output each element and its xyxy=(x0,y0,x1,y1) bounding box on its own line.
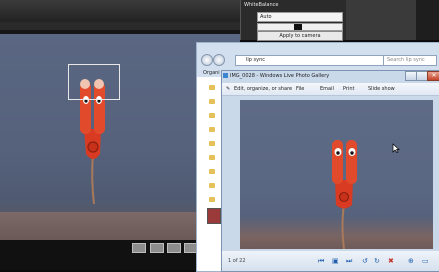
slideshow-icon[interactable]: ▣ xyxy=(332,257,339,265)
folder-icon[interactable] xyxy=(209,155,215,160)
rotate-right-icon[interactable]: ↻ xyxy=(374,257,380,265)
actual-size-icon[interactable]: ▭ xyxy=(422,257,429,265)
focus-frame[interactable] xyxy=(68,64,120,100)
gallery-toolbar: ✎ Edit, organize, or share File Email Pr… xyxy=(222,83,439,96)
file-menu[interactable]: File xyxy=(296,86,304,92)
camera-app-toolbar-strip xyxy=(0,22,240,30)
edit-icon[interactable]: ✎ xyxy=(226,86,230,92)
photo-counter: 1 of 22 xyxy=(228,258,246,264)
folder-icon[interactable] xyxy=(209,169,215,174)
apply-to-camera-button[interactable]: Apply to camera xyxy=(257,31,343,41)
folder-icon[interactable] xyxy=(209,141,215,146)
liveview-control-1[interactable] xyxy=(132,243,146,253)
gallery-window-title: IMG_0028 - Windows Live Photo Gallery xyxy=(230,73,330,79)
photo-gallery-window: IMG_0028 - Windows Live Photo Gallery ✕ … xyxy=(221,70,439,272)
gallery-photo[interactable] xyxy=(240,100,433,249)
print-menu[interactable]: Print xyxy=(343,86,355,92)
back-arrow-icon[interactable] xyxy=(201,54,213,66)
slideshow-button[interactable]: Slide show xyxy=(368,86,395,92)
folder-icon[interactable] xyxy=(209,127,215,132)
email-button[interactable]: Email xyxy=(320,86,334,92)
folder-icon[interactable] xyxy=(209,99,215,104)
explorer-search-input[interactable]: Search lip sync xyxy=(383,55,437,66)
folder-icon[interactable] xyxy=(209,85,215,90)
liveview-control-3[interactable] xyxy=(167,243,181,253)
gallery-app-icon xyxy=(223,73,228,78)
white-balance-slider[interactable] xyxy=(257,23,343,31)
robot-figure-photo xyxy=(332,140,357,249)
mouse-cursor-icon xyxy=(392,143,400,153)
explorer-file-thumbnail[interactable] xyxy=(207,208,221,224)
close-button[interactable]: ✕ xyxy=(427,71,439,81)
background-window-edge xyxy=(416,0,439,40)
liveview-control-2[interactable] xyxy=(150,243,164,253)
organize-menu[interactable]: Organi xyxy=(203,70,220,76)
camera-app-header xyxy=(0,0,240,30)
zoom-icon[interactable]: ⊕ xyxy=(408,257,414,265)
next-icon[interactable]: ⏭ xyxy=(346,257,352,265)
explorer-navigation-pane xyxy=(197,77,221,271)
forward-arrow-icon[interactable] xyxy=(213,54,225,66)
previous-icon[interactable]: ⏮ xyxy=(318,257,324,265)
background-window-strip xyxy=(346,0,439,40)
folder-icon[interactable] xyxy=(209,197,215,202)
folder-icon[interactable] xyxy=(209,183,215,188)
delete-icon[interactable]: ✖ xyxy=(388,257,394,265)
white-balance-panel: WhiteBalance Auto Apply to camera xyxy=(240,0,346,41)
edit-organize-share-button[interactable]: Edit, organize, or share xyxy=(234,86,292,92)
folder-icon[interactable] xyxy=(209,113,215,118)
white-balance-select[interactable]: Auto xyxy=(257,12,343,22)
rotate-left-icon[interactable]: ↺ xyxy=(362,257,368,265)
white-balance-label: WhiteBalance xyxy=(244,2,279,8)
gallery-status-bar xyxy=(222,251,439,271)
slider-thumb[interactable] xyxy=(294,24,302,30)
